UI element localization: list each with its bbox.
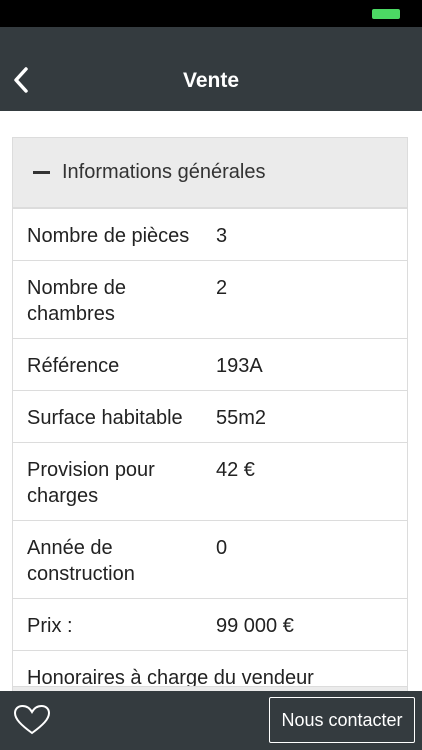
info-value: 55m2 bbox=[216, 407, 267, 429]
page-title: Vente bbox=[182, 69, 240, 92]
bottom-bar: Nous contacter bbox=[0, 691, 422, 750]
info-row-reference: Référence 193A bbox=[13, 338, 407, 390]
info-value: 3 bbox=[216, 225, 228, 247]
heart-icon bbox=[13, 704, 51, 735]
info-row-surface: Surface habitable 55m2 bbox=[13, 390, 407, 442]
info-value: 0 bbox=[216, 537, 228, 559]
nav-bar: Vente bbox=[0, 27, 422, 111]
info-label: Surface habitable bbox=[27, 407, 183, 429]
info-label: Prix : bbox=[27, 615, 73, 637]
info-label: Nombre de chambres bbox=[27, 277, 126, 325]
info-row-pieces: Nombre de pièces 3 bbox=[13, 208, 407, 260]
info-label: Année de construction bbox=[27, 537, 135, 585]
contact-button[interactable]: Nous contacter bbox=[269, 697, 415, 743]
general-info-panel: Informations générales Nombre de pièces … bbox=[12, 137, 408, 704]
info-label: Provision pour charges bbox=[27, 459, 155, 507]
info-value: 193A bbox=[216, 355, 263, 377]
general-info-header[interactable]: Informations générales bbox=[13, 138, 407, 208]
info-label: Référence bbox=[27, 355, 120, 377]
minus-icon bbox=[33, 171, 50, 174]
info-label: Nombre de pièces bbox=[27, 225, 190, 247]
info-value: 99 000 € bbox=[216, 615, 294, 637]
favorite-button[interactable] bbox=[12, 703, 52, 737]
info-row-prix: Prix : 99 000 € bbox=[13, 598, 407, 650]
battery-icon bbox=[372, 9, 400, 19]
info-row-charges: Provision pour charges 42 € bbox=[13, 442, 407, 520]
info-row-construction: Année de construction 0 bbox=[13, 520, 407, 598]
status-bar bbox=[0, 0, 422, 27]
section-title: Informations générales bbox=[62, 161, 266, 183]
info-value: 42 € bbox=[216, 459, 255, 481]
info-row-chambres: Nombre de chambres 2 bbox=[13, 260, 407, 338]
info-value: 2 bbox=[216, 277, 228, 299]
